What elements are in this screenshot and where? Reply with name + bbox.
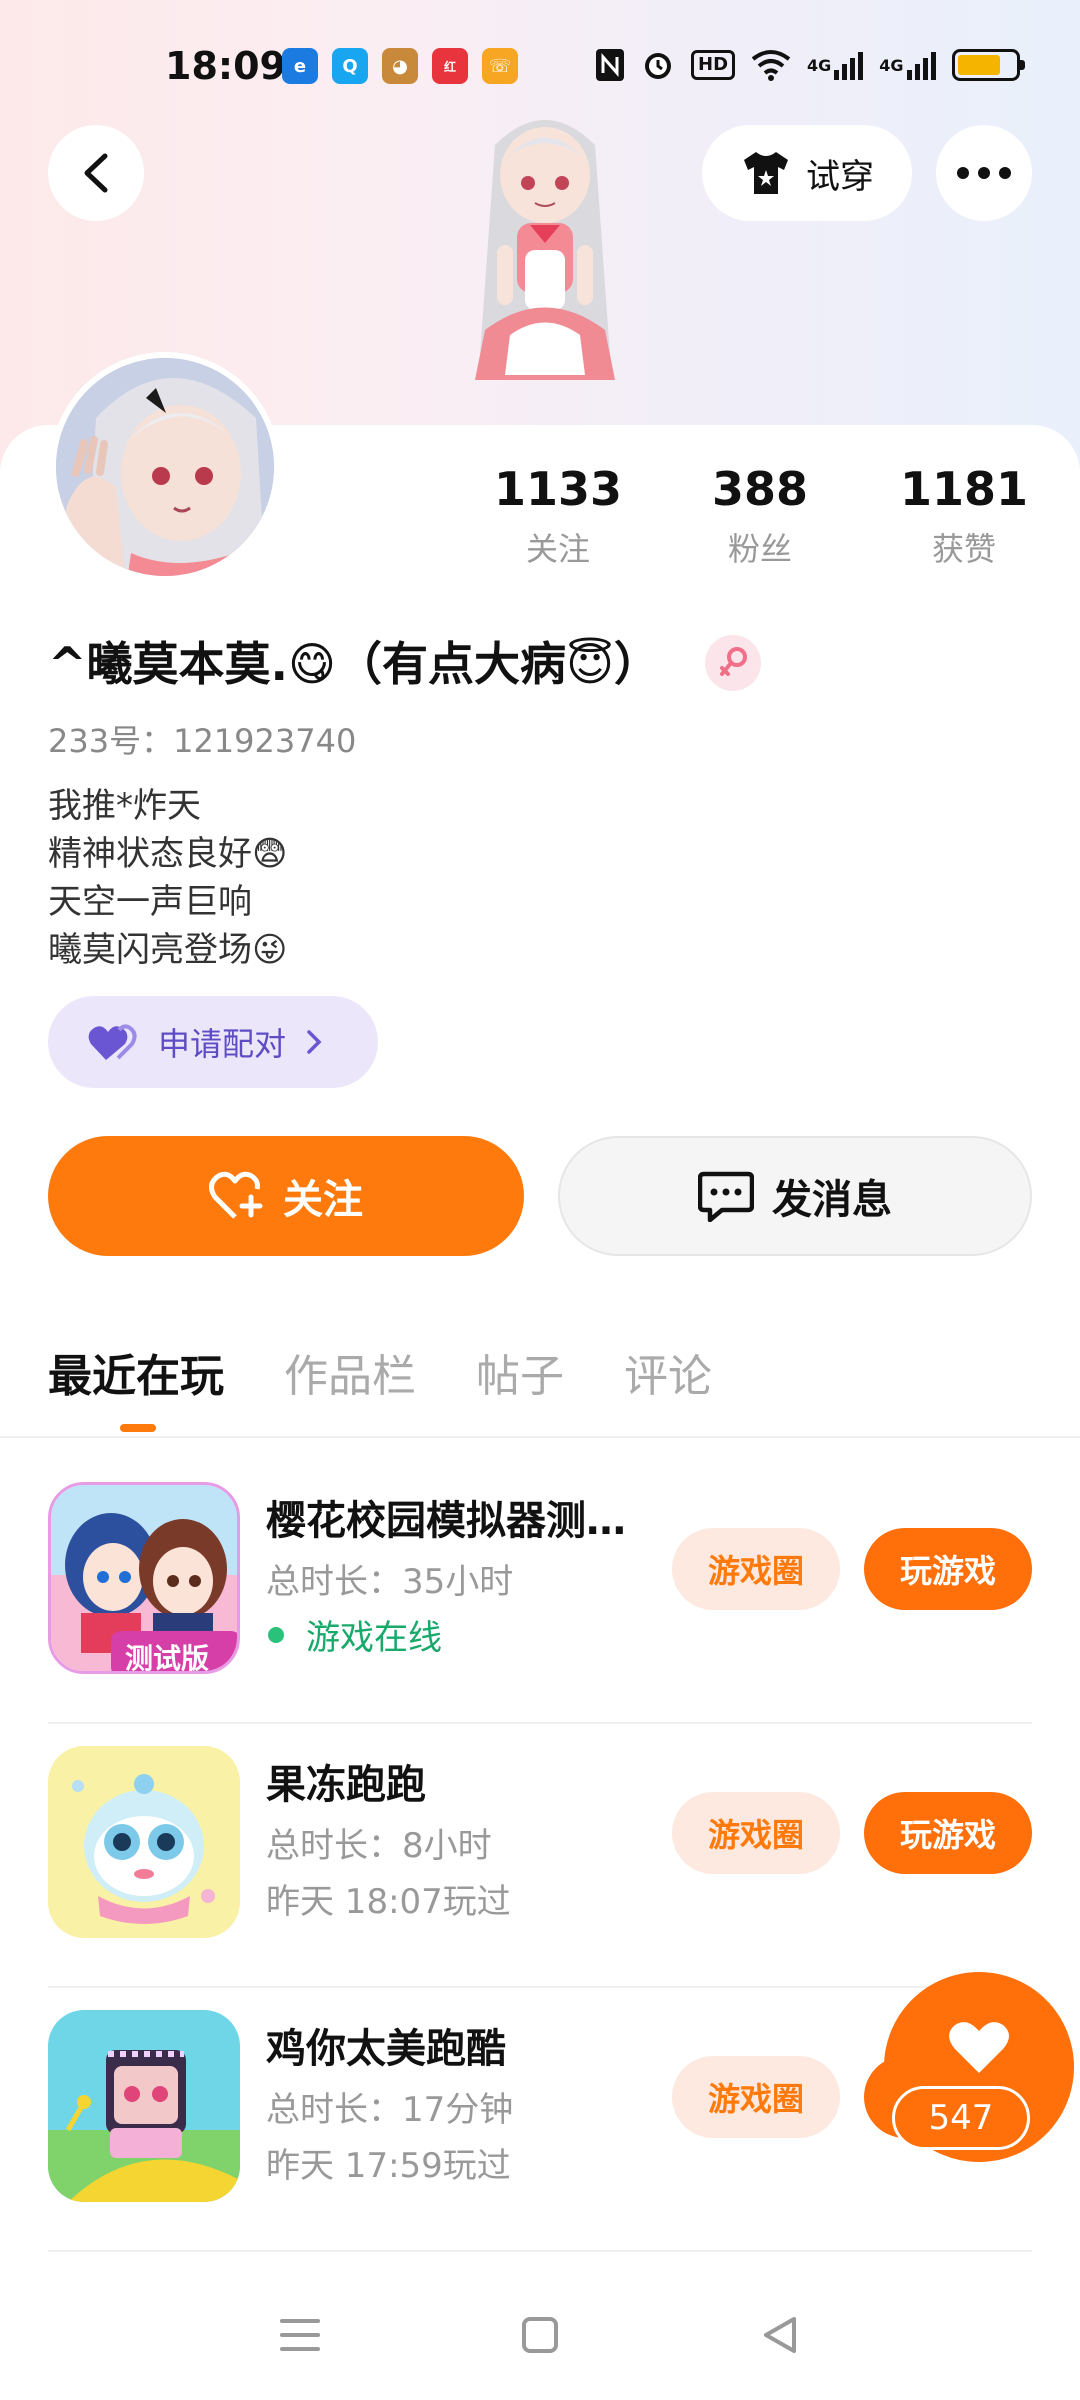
game-name[interactable]: 果冻跑跑 bbox=[266, 1752, 656, 1810]
signal-4g-icon-2: 4G bbox=[879, 48, 936, 82]
profile-avatar[interactable] bbox=[50, 352, 280, 582]
game-name[interactable]: 樱花校园模拟器测试版 bbox=[266, 1488, 656, 1546]
game-duration: 总时长：8小时 bbox=[266, 1826, 492, 1866]
fans-label: 粉丝 bbox=[727, 530, 792, 568]
hd-label: HD bbox=[691, 50, 736, 80]
tab-recently-played[interactable]: 最近在玩 bbox=[48, 1340, 224, 1404]
notification-icons: e Q ◕ 红 ☏ bbox=[282, 48, 518, 84]
chat-bubble-icon bbox=[698, 1171, 754, 1222]
game-circle-button[interactable]: 游戏圈 bbox=[672, 1792, 840, 1874]
status-time: 18:09 bbox=[165, 44, 286, 88]
game-status: 游戏在线 bbox=[266, 1610, 442, 1659]
likes-count: 1181 bbox=[899, 462, 1029, 516]
game-duration: 总时长：35小时 bbox=[266, 1562, 514, 1602]
play-game-button[interactable]: 玩游戏 bbox=[864, 1528, 1032, 1610]
follow-label: 关注 bbox=[283, 1177, 363, 1223]
row-divider bbox=[48, 2250, 1032, 2252]
avatar-3d-figure[interactable] bbox=[425, 105, 665, 425]
edge-browser-icon: e bbox=[282, 48, 318, 84]
bio-line: 我推*炸天 bbox=[48, 786, 201, 826]
menu-nav-button[interactable] bbox=[270, 2305, 330, 2365]
back-triangle-icon bbox=[764, 2317, 796, 2353]
play-game-button[interactable]: 玩游戏 bbox=[864, 1792, 1032, 1874]
game-list-item[interactable]: 果冻跑跑 总时长：8小时 昨天 18:07玩过 游戏圈 玩游戏 bbox=[0, 1724, 1080, 1988]
signal-label-2: 4G bbox=[879, 55, 904, 75]
system-navigation-bar bbox=[0, 2270, 1080, 2400]
xiaohongshu-icon: 红 bbox=[432, 48, 468, 84]
more-dots-icon bbox=[957, 167, 1011, 179]
apply-pair-label: 申请配对 bbox=[158, 1025, 287, 1063]
bio-line: 曦莫闪亮登场😜 bbox=[48, 930, 288, 970]
game-circle-button[interactable]: 游戏圈 bbox=[672, 2056, 840, 2138]
bio-line: 精神状态良好😨 bbox=[48, 834, 288, 874]
chevron-right-icon bbox=[307, 1030, 322, 1054]
game-circle-button[interactable]: 游戏圈 bbox=[672, 1528, 840, 1610]
fans-stat[interactable]: 388 粉丝 bbox=[670, 462, 850, 570]
heart-plus-icon bbox=[209, 1171, 263, 1219]
back-arrow-icon bbox=[84, 153, 108, 193]
system-icons: HD 4G 4G bbox=[595, 48, 1025, 82]
female-gender-icon bbox=[705, 635, 761, 691]
send-message-label: 发消息 bbox=[772, 1177, 892, 1223]
user-bio: 我推*炸天 精神状态良好😨 天空一声巨响 曦莫闪亮登场😜 bbox=[48, 782, 287, 974]
fans-count: 388 bbox=[711, 462, 809, 516]
game-list-item[interactable]: 测试版 樱花校园模拟器测试版 总时长：35小时 游戏在线 游戏圈 玩游戏 bbox=[0, 1460, 1080, 1724]
test-version-badge: 测试版 bbox=[125, 1642, 210, 1674]
following-stat[interactable]: 1133 关注 bbox=[468, 462, 648, 570]
nfc-icon bbox=[595, 48, 625, 82]
like-count: 547 bbox=[892, 2086, 1030, 2150]
game-status-label: 游戏在线 bbox=[306, 1618, 442, 1658]
likes-stat[interactable]: 1181 获赞 bbox=[874, 462, 1054, 570]
qq-icon: Q bbox=[332, 48, 368, 84]
active-tab-indicator bbox=[120, 1424, 156, 1432]
game-status: 昨天 17:59玩过 bbox=[266, 2138, 511, 2187]
phone-app-icon: ☏ bbox=[482, 48, 518, 84]
likes-label: 获赞 bbox=[931, 530, 996, 568]
game-status-label: 昨天 17:59玩过 bbox=[266, 2146, 511, 2186]
try-on-label: 试穿 bbox=[806, 156, 874, 197]
home-nav-button[interactable] bbox=[510, 2305, 570, 2365]
tab-works[interactable]: 作品栏 bbox=[284, 1340, 416, 1404]
follow-button[interactable]: 关注 bbox=[48, 1136, 524, 1256]
back-nav-button[interactable] bbox=[750, 2305, 810, 2365]
alarm-icon bbox=[641, 48, 675, 82]
home-square-icon bbox=[522, 2317, 558, 2353]
bio-line: 天空一声巨响 bbox=[48, 882, 252, 922]
game-duration: 总时长：17分钟 bbox=[266, 2090, 514, 2130]
tshirt-icon bbox=[744, 152, 788, 194]
game-status: 昨天 18:07玩过 bbox=[266, 1874, 511, 1923]
wifi-icon bbox=[751, 48, 791, 82]
game-name[interactable]: 鸡你太美跑酷 bbox=[266, 2016, 656, 2074]
more-options-button[interactable] bbox=[936, 125, 1032, 221]
hd-icon: HD bbox=[691, 48, 736, 82]
chicken-parkour-game-icon[interactable] bbox=[48, 2010, 240, 2202]
signal-label-1: 4G bbox=[807, 55, 832, 75]
signal-4g-icon-1: 4G bbox=[807, 48, 864, 82]
user-id: 233号：121923740 bbox=[48, 722, 357, 760]
status-bar: 18:09 e Q ◕ 红 ☏ HD 4G 4G bbox=[0, 40, 1080, 96]
send-message-button[interactable]: 发消息 bbox=[558, 1136, 1032, 1256]
double-heart-icon bbox=[88, 1024, 137, 1060]
tab-posts[interactable]: 帖子 bbox=[476, 1340, 564, 1404]
monkey-app-icon: ◕ bbox=[382, 48, 418, 84]
sakura-school-game-icon[interactable]: 测试版 bbox=[48, 1482, 240, 1674]
game-status-label: 昨天 18:07玩过 bbox=[266, 1882, 511, 1922]
following-label: 关注 bbox=[525, 530, 590, 568]
apply-pair-button[interactable]: 申请配对 bbox=[48, 996, 378, 1088]
menu-icon bbox=[280, 2319, 320, 2351]
online-dot-icon bbox=[268, 1626, 284, 1643]
following-count: 1133 bbox=[493, 462, 623, 516]
battery-icon bbox=[951, 49, 1025, 81]
profile-tabs: 最近在玩 作品栏 帖子 评论 bbox=[48, 1340, 712, 1404]
jelly-run-game-icon[interactable] bbox=[48, 1746, 240, 1938]
try-on-button[interactable]: 试穿 bbox=[702, 125, 912, 221]
tab-comments[interactable]: 评论 bbox=[624, 1340, 712, 1404]
user-nickname: ^曦莫本莫.😋（有点大病😇） bbox=[48, 637, 660, 691]
tabs-divider bbox=[0, 1436, 1080, 1438]
back-button[interactable] bbox=[48, 125, 144, 221]
heart-icon bbox=[949, 2022, 1009, 2073]
battery-level bbox=[957, 55, 1000, 75]
